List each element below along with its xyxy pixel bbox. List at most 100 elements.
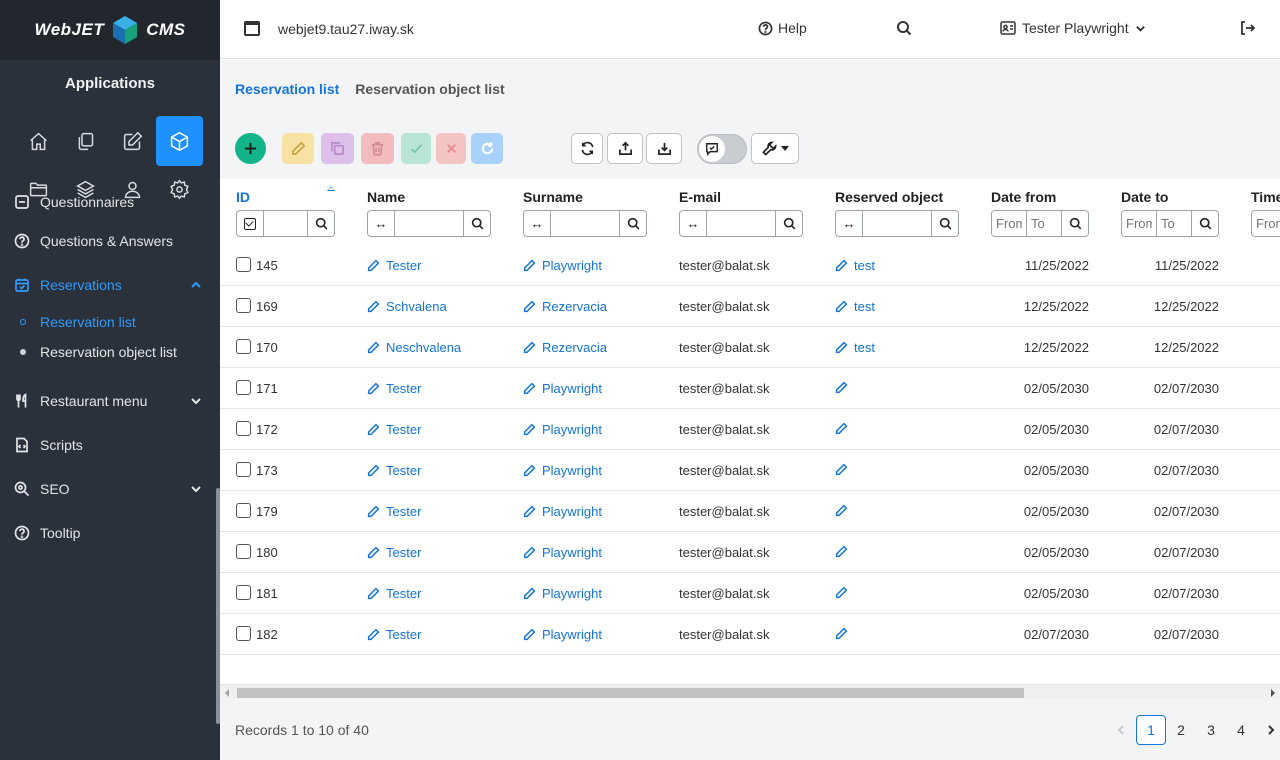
cell-object-link[interactable] <box>835 463 854 476</box>
table-row[interactable]: 169 Schvalena Rezervacia tester@balat.sk tes… <box>220 286 1280 327</box>
sidebar-item-tooltip[interactable]: Tooltip <box>0 511 216 555</box>
sidebar-item-seo[interactable]: SEO <box>0 467 216 511</box>
cell-object-link[interactable] <box>835 381 854 394</box>
sidebar-item-questionnaires[interactable]: Questionnaires <box>0 185 216 219</box>
cell-surname-link[interactable]: Rezervacia <box>523 340 607 355</box>
row-checkbox[interactable] <box>236 298 251 313</box>
tab-reservation-list[interactable]: Reservation list <box>235 81 339 97</box>
row-checkbox[interactable] <box>236 257 251 272</box>
table-row[interactable]: 171 Tester Playwright tester@balat.sk 02/05/… <box>220 368 1280 409</box>
approve-button[interactable] <box>401 133 431 164</box>
row-checkbox[interactable] <box>236 544 251 559</box>
column-header-id[interactable]: ID <box>236 189 250 205</box>
horizontal-scrollbar[interactable] <box>220 684 1280 698</box>
cell-surname-link[interactable]: Playwright <box>523 258 602 273</box>
home-icon[interactable] <box>15 118 62 164</box>
cell-name-link[interactable]: Neschvalena <box>367 340 461 355</box>
select-all-icon[interactable] <box>237 211 264 236</box>
cell-surname-link[interactable]: Rezervacia <box>523 299 607 314</box>
scrollbar-thumb[interactable] <box>237 688 1024 698</box>
column-header-surname[interactable]: Surname <box>523 189 583 205</box>
row-checkbox[interactable] <box>236 421 251 436</box>
cell-object-link[interactable] <box>835 586 854 599</box>
cell-name-link[interactable]: Tester <box>367 504 421 519</box>
cell-object-link[interactable] <box>835 545 854 558</box>
cell-name-link[interactable]: Tester <box>367 627 421 642</box>
filter-name-input[interactable] <box>395 211 463 236</box>
page-2-button[interactable]: 2 <box>1166 715 1196 745</box>
arrows-horizontal-icon[interactable]: ↔ <box>836 211 863 236</box>
search-icon[interactable] <box>619 211 646 236</box>
sidebar-subitem-reservation-object-list[interactable]: Reservation object list <box>0 337 216 367</box>
scroll-right-arrow-icon[interactable] <box>1271 689 1275 697</box>
cell-name-link[interactable]: Tester <box>367 258 421 273</box>
table-row[interactable]: 145 Tester Playwright tester@balat.sk test 11… <box>220 245 1280 286</box>
export-button[interactable] <box>607 133 643 164</box>
page-4-button[interactable]: 4 <box>1226 715 1256 745</box>
filter-date-to-start[interactable] <box>1122 211 1157 236</box>
scroll-left-arrow-icon[interactable] <box>225 689 229 697</box>
cell-surname-link[interactable]: Playwright <box>523 381 602 396</box>
filter-time-start[interactable] <box>1252 211 1280 236</box>
cell-object-link[interactable] <box>835 422 854 435</box>
search-icon[interactable] <box>1061 211 1088 236</box>
table-row[interactable]: 170 Neschvalena Rezervacia tester@balat.sk t… <box>220 327 1280 368</box>
column-header-name[interactable]: Name <box>367 189 405 205</box>
logout-icon[interactable] <box>1239 20 1256 39</box>
cell-surname-link[interactable]: Playwright <box>523 627 602 642</box>
filter-surname-input[interactable] <box>551 211 619 236</box>
cell-object-link[interactable]: test <box>835 299 875 314</box>
sidebar-item-restaurant-menu[interactable]: Restaurant menu <box>0 379 216 423</box>
page-3-button[interactable]: 3 <box>1196 715 1226 745</box>
settings-dropdown-button[interactable] <box>751 133 799 164</box>
column-header-email[interactable]: E-mail <box>679 189 721 205</box>
table-row[interactable]: 182 Tester Playwright tester@balat.sk 02/07/… <box>220 614 1280 655</box>
import-button[interactable] <box>646 133 682 164</box>
row-checkbox[interactable] <box>236 626 251 641</box>
sidebar-item-reservations[interactable]: Reservations <box>0 263 216 307</box>
cell-surname-link[interactable]: Playwright <box>523 545 602 560</box>
table-row[interactable]: 179 Tester Playwright tester@balat.sk 02/05/… <box>220 491 1280 532</box>
copy-icon[interactable] <box>62 118 109 164</box>
sidebar-item-scripts[interactable]: Scripts <box>0 423 216 467</box>
table-row[interactable]: 181 Tester Playwright tester@balat.sk 02/05/… <box>220 573 1280 614</box>
previous-page-icon[interactable] <box>1106 715 1136 745</box>
delete-button[interactable] <box>361 133 394 164</box>
search-icon[interactable] <box>931 211 958 236</box>
filter-date-from-start[interactable] <box>992 211 1027 236</box>
sidebar-item-questions-answers[interactable]: Questions & Answers <box>0 219 216 263</box>
filter-date-from-end[interactable] <box>1027 211 1061 236</box>
cell-object-link[interactable] <box>835 627 854 640</box>
user-menu[interactable]: Tester Playwright <box>1000 20 1146 36</box>
filter-reserved-object-input[interactable] <box>863 211 931 236</box>
arrows-horizontal-icon[interactable]: ↔ <box>368 211 395 236</box>
cell-object-link[interactable]: test <box>835 258 875 273</box>
reload-button[interactable] <box>571 133 603 164</box>
sort-asc-icon[interactable] <box>327 186 335 191</box>
tab-reservation-object-list[interactable]: Reservation object list <box>355 81 504 97</box>
search-icon[interactable] <box>775 211 802 236</box>
edit-button[interactable] <box>282 133 314 164</box>
search-icon[interactable] <box>307 211 334 236</box>
next-page-icon[interactable] <box>1256 715 1280 745</box>
column-header-date-from[interactable]: Date from <box>991 189 1056 205</box>
cell-name-link[interactable]: Tester <box>367 422 421 437</box>
search-icon[interactable] <box>896 20 912 39</box>
search-icon[interactable] <box>463 211 490 236</box>
column-header-date-to[interactable]: Date to <box>1121 189 1168 205</box>
cell-name-link[interactable]: Tester <box>367 545 421 560</box>
table-row[interactable]: 173 Tester Playwright tester@balat.sk 02/05/… <box>220 450 1280 491</box>
cell-surname-link[interactable]: Playwright <box>523 463 602 478</box>
add-button[interactable] <box>235 133 266 164</box>
cell-name-link[interactable]: Tester <box>367 586 421 601</box>
arrows-horizontal-icon[interactable]: ↔ <box>524 211 551 236</box>
page-1-button[interactable]: 1 <box>1136 715 1166 745</box>
cell-object-link[interactable] <box>835 504 854 517</box>
box-icon[interactable] <box>156 116 203 166</box>
cell-surname-link[interactable]: Playwright <box>523 586 602 601</box>
logo[interactable]: WebJET CMS <box>0 0 220 60</box>
search-icon[interactable] <box>1191 211 1218 236</box>
cell-name-link[interactable]: Tester <box>367 381 421 396</box>
row-checkbox[interactable] <box>236 503 251 518</box>
filter-date-to-end[interactable] <box>1157 211 1191 236</box>
